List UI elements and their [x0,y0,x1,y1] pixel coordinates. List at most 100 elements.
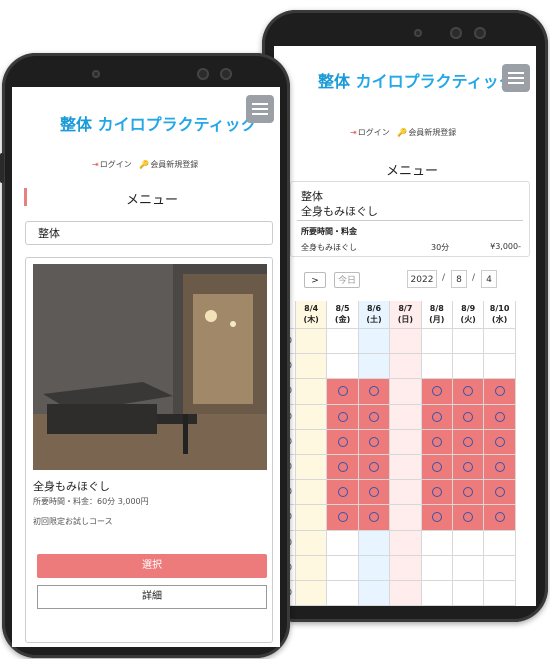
day-weekday: (月) [429,315,445,324]
available-circle-icon [431,512,442,523]
menu-item-note: 初回限定お試しコース [33,517,113,526]
brand-logo[interactable]: 整体 カイロプラクティック [318,68,515,92]
available-slot[interactable] [358,429,391,455]
available-slot[interactable] [484,455,516,481]
empty-slot [327,555,359,581]
empty-slot [296,555,328,581]
empty-slot [296,329,328,355]
sensor-icon [220,68,232,80]
available-slot[interactable] [484,429,516,455]
available-slot[interactable] [358,455,391,481]
available-circle-icon [463,462,474,473]
hamburger-menu-icon[interactable] [502,64,530,92]
empty-slot [390,429,422,455]
empty-slot [453,329,485,355]
category-header[interactable]: 整体 [25,221,273,245]
menu-item-card: 全身もみほぐし 所要時間・料金：60分 3,000円 初回限定お試しコース 選択… [25,257,273,643]
available-slot[interactable] [453,505,485,531]
available-slot[interactable] [453,455,485,481]
divider [297,220,523,221]
auth-links: ⇥ログイン 🔑会員新規登録 [350,127,456,138]
empty-slot [453,581,485,606]
selected-menu-panel: 整体 全身もみほぐし 所要時間・料金 全身もみほぐし 30分 ¥3,000- [290,181,530,257]
month-select[interactable]: 8 [451,270,467,288]
available-slot[interactable] [484,404,516,430]
empty-slot [296,379,328,405]
empty-slot [421,530,453,556]
available-slot[interactable] [421,404,453,430]
available-slot[interactable] [358,404,391,430]
brand-part2: カイロプラクティック [97,115,257,134]
empty-slot [327,354,359,380]
available-slot[interactable] [453,429,485,455]
day-date: 8/4 [304,304,319,313]
empty-slot [358,530,391,556]
login-link[interactable]: ログイン [358,128,390,137]
register-link[interactable]: 会員新規登録 [408,128,456,137]
available-slot[interactable] [421,455,453,481]
available-slot[interactable] [484,379,516,405]
available-slot[interactable] [453,404,485,430]
empty-slot [296,581,328,606]
available-slot[interactable] [327,404,359,430]
panel-price-row: 全身もみほぐし 30分 ¥3,000- [301,242,521,253]
empty-slot [390,329,422,355]
available-slot[interactable] [358,379,391,405]
back-screen: 整体 カイロプラクティック ⇥ログイン 🔑会員新規登録 メニュー 整体 全身もみ… [274,46,536,606]
empty-slot [358,581,391,606]
empty-slot [358,555,391,581]
available-circle-icon [494,436,505,447]
empty-slot [327,530,359,556]
register-link[interactable]: 会員新規登録 [150,160,198,169]
available-circle-icon [337,487,348,498]
key-icon: 🔑 [397,128,408,137]
auth-links: ⇥ログイン 🔑会員新規登録 [92,159,198,170]
login-link[interactable]: ログイン [100,160,132,169]
empty-slot [421,329,453,355]
available-slot[interactable] [358,480,391,506]
day-date: 8/5 [335,304,350,313]
brand-logo[interactable]: 整体 カイロプラクティック [60,111,257,135]
available-slot[interactable] [421,505,453,531]
available-circle-icon [337,386,348,397]
date-separator: / [472,273,476,283]
year-select[interactable]: 2022 [407,270,437,288]
available-slot[interactable] [484,480,516,506]
day-header: 8/10 (水) [484,301,516,329]
available-slot[interactable] [327,480,359,506]
select-button[interactable]: 選択 [37,554,267,578]
empty-slot [296,455,328,481]
empty-slot [296,480,328,506]
available-slot[interactable] [327,505,359,531]
available-slot[interactable] [327,455,359,481]
panel-category: 整体 [301,190,323,203]
available-slot[interactable] [484,505,516,531]
empty-slot [296,429,328,455]
phone-back: 整体 カイロプラクティック ⇥ログイン 🔑会員新規登録 メニュー 整体 全身もみ… [260,10,548,622]
empty-slot [484,329,516,355]
empty-slot [296,354,328,380]
available-slot[interactable] [453,379,485,405]
price-row-price: ¥3,000- [490,242,521,251]
earpiece-icon [92,70,100,78]
day-select[interactable]: 4 [481,270,497,288]
available-slot[interactable] [358,505,391,531]
available-slot[interactable] [327,379,359,405]
empty-slot [421,555,453,581]
next-week-button[interactable]: > [304,272,326,288]
available-circle-icon [431,411,442,422]
available-circle-icon [463,386,474,397]
empty-slot [358,354,391,380]
day-weekday: (水) [491,315,508,324]
available-slot[interactable] [453,480,485,506]
available-slot[interactable] [327,429,359,455]
day-date: 8/6 [366,304,382,313]
price-row-name: 全身もみほぐし [301,243,357,252]
available-slot[interactable] [421,429,453,455]
available-slot[interactable] [421,480,453,506]
hamburger-menu-icon[interactable] [246,95,274,123]
detail-button[interactable]: 詳細 [37,585,267,609]
today-button[interactable]: 今日 [334,272,360,288]
available-slot[interactable] [421,379,453,405]
available-circle-icon [368,487,379,498]
